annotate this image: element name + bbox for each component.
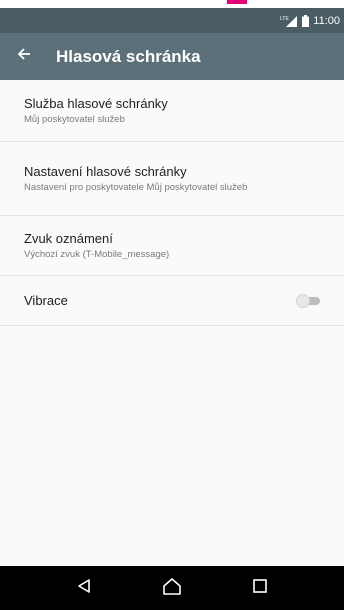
setting-title: Nastavení hlasové schránky [24, 163, 187, 179]
nav-home-button[interactable] [152, 568, 192, 608]
top-strip [0, 0, 344, 8]
setting-title: Zvuk oznámení [24, 230, 113, 246]
setting-notification-sound[interactable]: Zvuk oznámení Výchozí zvuk (T-Mobile_mes… [0, 216, 344, 276]
square-recents-icon [253, 578, 267, 598]
accent-bar [227, 0, 247, 4]
setting-subtitle: Nastavení pro poskytovatele Můj poskytov… [24, 181, 248, 193]
setting-title: Služba hlasové schránky [24, 95, 168, 111]
phone-screen: LTE 11:00 Hlasová schránka Služba hlasov… [0, 0, 344, 610]
lte-signal-icon: LTE [280, 15, 298, 27]
setting-subtitle: Můj poskytovatel služeb [24, 113, 125, 125]
nav-back-button[interactable] [64, 568, 104, 608]
svg-text:LTE: LTE [280, 16, 289, 22]
battery-icon [302, 14, 310, 27]
navigation-bar [0, 566, 344, 610]
arrow-left-icon [17, 47, 31, 66]
back-button[interactable] [0, 33, 48, 80]
vibration-toggle[interactable] [296, 293, 324, 308]
home-icon [162, 577, 182, 600]
status-icons: LTE 11:00 [280, 14, 340, 27]
triangle-back-icon [76, 578, 92, 599]
setting-voicemail-settings[interactable]: Nastavení hlasové schránky Nastavení pro… [0, 142, 344, 216]
setting-voicemail-service[interactable]: Služba hlasové schránky Můj poskytovatel… [0, 80, 344, 142]
clock: 11:00 [313, 14, 340, 27]
setting-vibration[interactable]: Vibrace [0, 276, 344, 326]
toggle-thumb [296, 293, 310, 308]
status-bar: LTE 11:00 [0, 8, 344, 33]
page-title: Hlasová schránka [56, 46, 201, 66]
setting-title: Vibrace [24, 292, 68, 308]
nav-recents-button[interactable] [240, 568, 280, 608]
app-bar: Hlasová schránka [0, 33, 344, 80]
settings-list: Služba hlasové schránky Můj poskytovatel… [0, 80, 344, 326]
setting-subtitle: Výchozí zvuk (T-Mobile_message) [24, 248, 170, 260]
